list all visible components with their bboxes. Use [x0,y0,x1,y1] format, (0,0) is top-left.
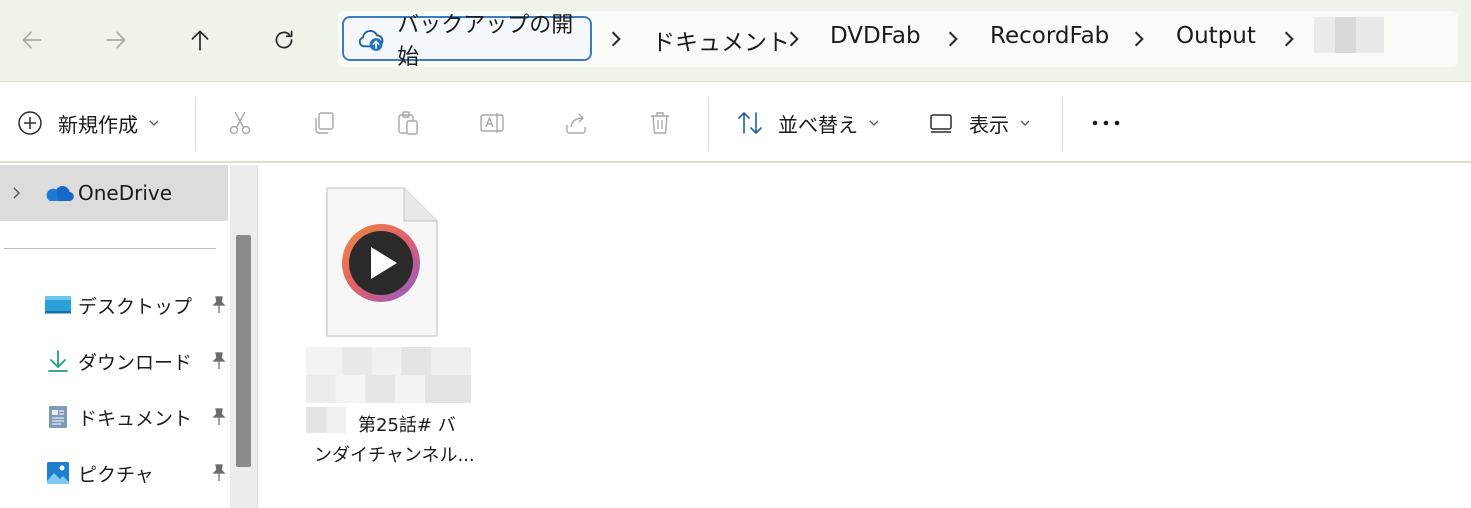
paste-icon [398,111,418,135]
chevron-right-icon[interactable] [10,186,24,200]
start-backup-button[interactable]: バックアップの開始 [342,13,592,70]
cloud-upload-icon [358,29,384,51]
pictures-icon [47,462,69,484]
address-bar[interactable]: バックアップの開始 ドキュメント DVDFab RecordFab Output [338,11,1458,70]
command-bar: 新規作成 並べ替え 表示 [0,83,1471,163]
new-button[interactable]: 新規作成 [16,83,160,163]
file-name-line1: 第25話# バ [358,415,456,436]
toolbar-divider [1062,97,1063,151]
chevron-right-icon [789,31,799,47]
view-icon [930,114,952,133]
share-icon [566,113,586,134]
scissors-icon [229,111,251,135]
sidebar-item-label: OneDrive [78,181,173,205]
pin-icon[interactable] [209,407,229,427]
trash-icon [651,112,669,134]
rename-icon [480,113,504,133]
share-button[interactable] [562,83,590,163]
pin-icon[interactable] [209,351,229,371]
toolbar-divider [708,97,709,151]
file-item[interactable]: 第25話# バ ンダイチャンネル... [306,187,476,487]
delete-button[interactable] [646,83,674,163]
sidebar-item-label: デスクトップ [78,295,193,318]
start-backup-label: バックアップの開始 [397,12,574,70]
breadcrumb-chevron[interactable] [1128,24,1150,54]
sidebar-item-label: ピクチャ [78,463,154,486]
breadcrumb-chevron[interactable] [783,24,805,54]
toolbar-divider [195,97,196,151]
sort-label: 並べ替え [778,112,858,137]
arrow-left-icon [22,31,42,49]
paste-button[interactable] [394,83,422,163]
desktop-icon [45,296,71,314]
chevron-down-icon [869,120,879,126]
chevron-down-icon [149,120,159,126]
chevron-right-icon [948,31,958,47]
sidebar-item-desktop[interactable]: デスクトップ [44,285,229,325]
sidebar-item-pictures[interactable]: ピクチャ [44,453,229,493]
onedrive-cloud-icon [46,185,74,202]
sidebar-item-onedrive[interactable]: OneDrive [0,165,228,221]
navigation-pane: OneDrive デスクトップ ダウンロード ドキュメント ピクチャ [0,165,258,508]
breadcrumb-output[interactable]: Output [1176,23,1256,49]
breadcrumb-chevron[interactable] [942,24,964,54]
chevron-right-icon [1284,31,1294,47]
rename-button[interactable] [478,83,506,163]
plus-circle-icon [18,111,42,135]
refresh-icon [275,30,293,49]
sidebar-item-label: ドキュメント [78,407,193,430]
navigation-bar: バックアップの開始 ドキュメント DVDFab RecordFab Output [0,0,1471,82]
chevron-right-icon [611,31,621,47]
sidebar-item-documents[interactable]: ドキュメント [44,397,229,437]
chevron-down-icon [1020,120,1030,126]
video-file-icon [326,187,438,337]
cut-button[interactable] [226,83,254,163]
pin-icon[interactable] [209,295,229,315]
sort-button[interactable]: 並べ替え [736,83,880,163]
sidebar-scrollbar-thumb[interactable] [236,235,251,467]
more-options-button[interactable] [1090,83,1122,163]
copy-icon [315,112,334,134]
more-dots-icon [1092,120,1120,126]
pin-icon[interactable] [209,463,229,483]
document-icon [49,406,67,428]
breadcrumb-chevron[interactable] [605,24,627,54]
sort-icon [738,112,762,134]
arrow-up-icon [191,30,209,51]
chevron-right-icon [1134,31,1144,47]
file-name-redacted [306,347,471,403]
breadcrumb-recordfab[interactable]: RecordFab [990,23,1109,49]
download-icon [48,350,68,372]
sidebar-item-downloads[interactable]: ダウンロード [44,341,229,381]
file-name-line2: ンダイチャンネル... [314,445,475,466]
copy-button[interactable] [310,83,338,163]
refresh-button[interactable] [266,22,302,58]
view-button[interactable]: 表示 [927,83,1031,163]
sidebar-item-label: ダウンロード [78,351,193,374]
breadcrumb-documents[interactable]: ドキュメント [652,23,790,57]
breadcrumb-dvdfab[interactable]: DVDFab [830,23,921,49]
view-label: 表示 [969,112,1009,137]
file-name-redacted [306,407,346,433]
sidebar-divider [4,248,216,249]
new-label: 新規作成 [58,112,138,137]
arrow-right-icon [106,31,126,49]
file-list-area[interactable]: 第25話# バ ンダイチャンネル... [262,165,1471,508]
back-button[interactable] [14,22,50,58]
breadcrumb-chevron[interactable] [1278,24,1300,54]
up-button[interactable] [182,22,218,58]
forward-button[interactable] [98,22,134,58]
breadcrumb-redacted[interactable] [1314,17,1384,53]
